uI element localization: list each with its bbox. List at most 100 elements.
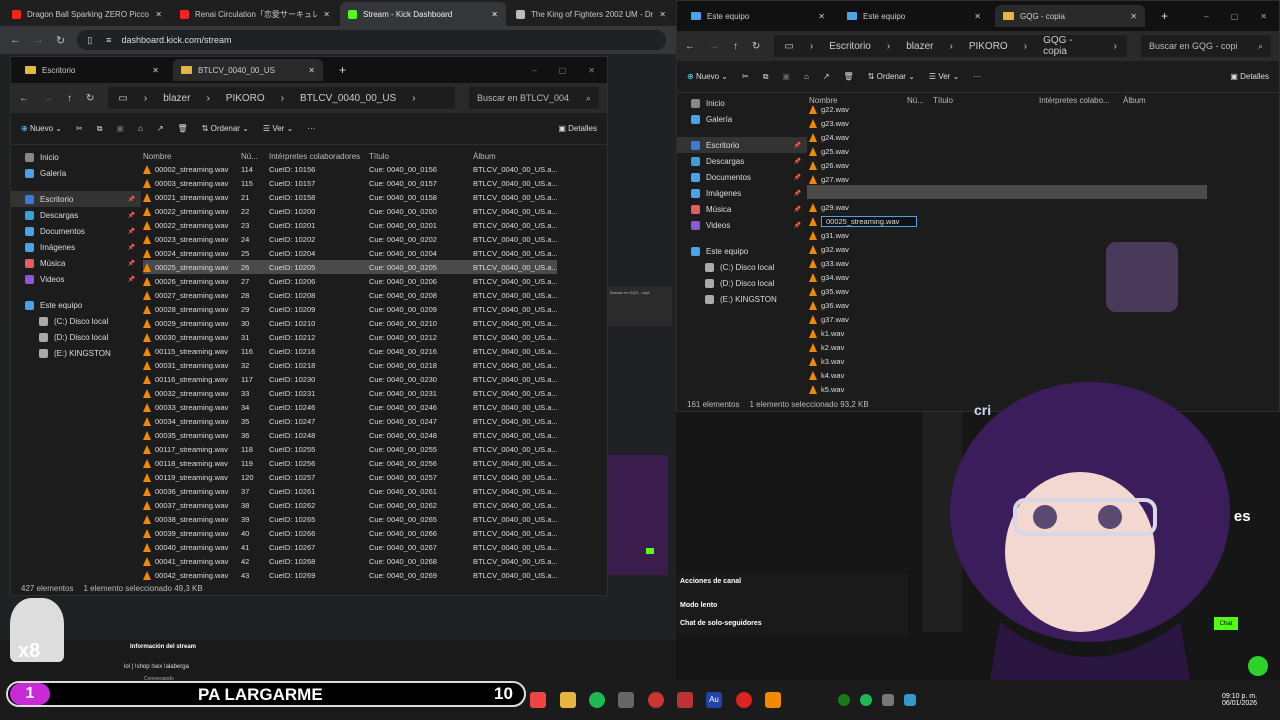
back-icon[interactable]: ← bbox=[685, 41, 695, 52]
back-icon[interactable]: ← bbox=[10, 34, 21, 46]
browser-tab[interactable]: Renai Circulation「恋愛サーキュレーショ ✕ bbox=[172, 2, 338, 26]
reload-icon[interactable]: ↻ bbox=[56, 34, 65, 47]
table-row[interactable]: 00115_streaming.wav 116 CueID: 10216 Cue: 0… bbox=[143, 344, 557, 358]
address-bar[interactable]: ▯ ≡ dashboard.kick.com/stream bbox=[77, 30, 666, 50]
tray-app-icon[interactable] bbox=[904, 694, 916, 706]
nav-item[interactable]: (C:) Disco local bbox=[11, 313, 141, 329]
clock[interactable]: 09:10 p. m. 06/01/2026 bbox=[1222, 693, 1257, 707]
col-number[interactable]: Nú... bbox=[241, 152, 269, 161]
nav-item[interactable]: Videos 📌 bbox=[11, 271, 141, 287]
share-icon[interactable]: ↗ bbox=[823, 72, 830, 81]
list-item[interactable]: g23.wav bbox=[809, 116, 1209, 130]
tray-icon[interactable] bbox=[882, 694, 894, 706]
list-item[interactable]: g37.wav bbox=[809, 312, 1209, 326]
details-button[interactable]: ▣ Detalles bbox=[1230, 72, 1269, 81]
crumb-blazer[interactable]: blazer bbox=[163, 93, 190, 104]
table-row[interactable]: 00041_streaming.wav 42 CueID: 10268 Cue: 00… bbox=[143, 554, 557, 568]
table-row[interactable]: 00003_streaming.wav 115 CueID: 10157 Cue: 0… bbox=[143, 176, 557, 190]
pin-icon[interactable]: 📌 bbox=[794, 158, 801, 165]
table-row[interactable]: 00033_streaming.wav 34 CueID: 10246 Cue: 00… bbox=[143, 400, 557, 414]
spotify-icon[interactable] bbox=[589, 692, 605, 708]
list-item[interactable]: g31.wav bbox=[809, 228, 1209, 242]
table-row[interactable]: 00034_streaming.wav 35 CueID: 10247 Cue: 00… bbox=[143, 414, 557, 428]
view-button[interactable]: ☰ Ver ⌄ bbox=[263, 124, 293, 133]
tray-spotify-icon[interactable] bbox=[860, 694, 872, 706]
up-icon[interactable]: ↑ bbox=[67, 93, 72, 104]
refresh-icon[interactable]: ↻ bbox=[752, 41, 760, 52]
brave-icon[interactable] bbox=[530, 692, 546, 708]
pin-icon[interactable]: 📌 bbox=[794, 206, 801, 213]
cut-icon[interactable]: ✂ bbox=[742, 72, 749, 81]
col-album[interactable]: Álbum bbox=[473, 152, 496, 161]
sort-button[interactable]: ⇅ Ordenar ⌄ bbox=[868, 72, 915, 81]
rename-input[interactable]: 00025_streaming.wav bbox=[821, 215, 917, 227]
table-row[interactable]: 00037_streaming.wav 38 CueID: 10262 Cue: 00… bbox=[143, 498, 557, 512]
pin-icon[interactable]: 📌 bbox=[128, 244, 135, 251]
pin-icon[interactable]: 📌 bbox=[794, 222, 801, 229]
search-input[interactable]: Buscar en BTLCV_004 ⌕ bbox=[469, 87, 599, 109]
pin-icon[interactable]: 📌 bbox=[128, 260, 135, 267]
maximize-icon[interactable]: ▢ bbox=[1231, 12, 1239, 21]
tab-btlcv[interactable]: BTLCV_0040_00_US ✕ bbox=[173, 59, 323, 81]
nav-item[interactable]: Galería bbox=[677, 111, 807, 127]
browser-tab[interactable]: The King of Fighters 2002 UM - Drea ✕ bbox=[508, 2, 674, 26]
new-button[interactable]: ⊕ Nuevo ⌄ bbox=[687, 72, 728, 81]
file-explorer-icon[interactable] bbox=[560, 692, 576, 708]
table-row[interactable]: 00031_streaming.wav 32 CueID: 10218 Cue: 00… bbox=[143, 358, 557, 372]
list-item[interactable]: g25.wav bbox=[809, 144, 1209, 158]
pin-icon[interactable]: 📌 bbox=[128, 228, 135, 235]
table-row[interactable]: 00002_streaming.wav 114 CueID: 10156 Cue: 0… bbox=[143, 162, 557, 176]
tool-icon[interactable] bbox=[677, 692, 693, 708]
list-item[interactable]: k1.wav bbox=[809, 326, 1209, 340]
nav-item[interactable]: Imágenes 📌 bbox=[677, 185, 807, 201]
crumb-escritorio[interactable]: Escritorio bbox=[829, 41, 871, 52]
nav-item[interactable]: (D:) Disco local bbox=[11, 329, 141, 345]
close-icon[interactable]: ✕ bbox=[308, 66, 315, 75]
app-icon[interactable] bbox=[736, 692, 752, 708]
minimize-icon[interactable]: – bbox=[532, 66, 536, 75]
table-row[interactable]: 00022_streaming.wav 22 CueID: 10200 Cue: 00… bbox=[143, 204, 557, 218]
slow-mode-toggle[interactable]: Modo lento bbox=[680, 602, 717, 609]
table-row[interactable]: 00023_streaming.wav 24 CueID: 10202 Cue: 00… bbox=[143, 232, 557, 246]
cut-icon[interactable]: ✂ bbox=[76, 124, 83, 133]
tab-gqg-copia[interactable]: GQG - copia ✕ bbox=[995, 5, 1145, 27]
table-row[interactable]: 00042_streaming.wav 43 CueID: 10269 Cue: 00… bbox=[143, 568, 557, 582]
close-icon[interactable]: ✕ bbox=[974, 12, 981, 21]
close-icon[interactable]: ✕ bbox=[1130, 12, 1137, 21]
table-row[interactable]: 00025_streaming.wav 26 CueID: 10205 Cue: 00… bbox=[143, 260, 557, 274]
new-tab-icon[interactable]: + bbox=[339, 63, 346, 77]
browser-tab[interactable]: Dragon Ball Sparking ZERO Piccolo H ✕ bbox=[4, 2, 170, 26]
paste-icon[interactable]: ▣ bbox=[116, 124, 124, 133]
up-icon[interactable]: ↑ bbox=[733, 41, 738, 52]
bookmark-icon[interactable]: ▯ bbox=[87, 35, 92, 46]
vlc-icon[interactable] bbox=[765, 692, 781, 708]
close-icon[interactable]: ✕ bbox=[323, 10, 330, 19]
pin-icon[interactable]: 📌 bbox=[794, 142, 801, 149]
pin-icon[interactable]: 📌 bbox=[794, 190, 801, 197]
sort-button[interactable]: ⇅ Ordenar ⌄ bbox=[202, 124, 249, 133]
table-row[interactable]: 00116_streaming.wav 117 CueID: 10230 Cue: 0… bbox=[143, 372, 557, 386]
refresh-icon[interactable]: ↻ bbox=[86, 93, 94, 104]
list-item[interactable]: k3.wav bbox=[809, 354, 1209, 368]
crumb-btlcv[interactable]: BTLCV_0040_00_US bbox=[300, 93, 396, 104]
close-icon[interactable]: ✕ bbox=[659, 10, 666, 19]
nav-item[interactable]: (D:) Disco local bbox=[677, 275, 807, 291]
table-row[interactable]: 00026_streaming.wav 27 CueID: 10206 Cue: 00… bbox=[143, 274, 557, 288]
copy-icon[interactable]: ⧉ bbox=[97, 124, 103, 134]
more-icon[interactable]: ··· bbox=[973, 72, 981, 81]
pin-icon[interactable]: 📌 bbox=[794, 174, 801, 181]
obs-icon[interactable] bbox=[648, 692, 664, 708]
list-item[interactable]: g27.wav bbox=[809, 172, 1209, 186]
crumb-pikoro[interactable]: PIKORO bbox=[226, 93, 265, 104]
view-button[interactable]: ☰ Ver ⌄ bbox=[929, 72, 959, 81]
search-input[interactable]: Buscar en GQG - copi ⌕ bbox=[1141, 35, 1271, 57]
col-artists[interactable]: Intérpretes colaboradores bbox=[269, 152, 369, 161]
rename-icon[interactable]: ⌂ bbox=[804, 72, 809, 81]
window-close-icon[interactable]: ✕ bbox=[588, 66, 595, 75]
table-row[interactable]: 00117_streaming.wav 118 CueID: 10255 Cue: 0… bbox=[143, 442, 557, 456]
new-tab-icon[interactable]: + bbox=[1161, 9, 1168, 23]
nav-item[interactable]: Música 📌 bbox=[11, 255, 141, 271]
table-row[interactable]: 00036_streaming.wav 37 CueID: 10261 Cue: 00… bbox=[143, 484, 557, 498]
nav-item[interactable]: Inicio bbox=[677, 95, 807, 111]
breadcrumb[interactable]: ▭ › blazer › PIKORO › BTLCV_0040_00_US › bbox=[108, 87, 455, 109]
